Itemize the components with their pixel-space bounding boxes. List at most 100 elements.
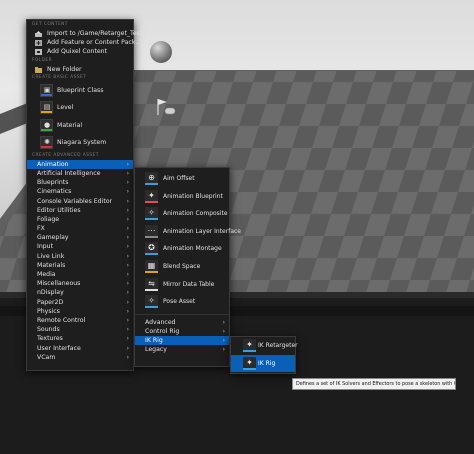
category-item-artificial-intelligence[interactable]: Artificial Intelligence › xyxy=(27,169,133,178)
animation-submenu-list: Advanced › Control Rig › IK Rig › Legacy › xyxy=(135,318,229,355)
chevron-right-icon: › xyxy=(222,337,225,345)
ik-rig-tooltip: Defines a set of IK Solvers and Effector… xyxy=(292,378,456,390)
material-label: Material xyxy=(57,121,83,129)
category-item-remote-control[interactable]: Remote Control › xyxy=(27,316,133,325)
category-label: Physics xyxy=(37,307,60,315)
mirror-data-table-item[interactable]: ⇋ Mirror Data Table xyxy=(135,276,229,294)
category-label: Foliage xyxy=(37,215,60,223)
category-item-input[interactable]: Input › xyxy=(27,242,133,251)
add-quixel-item[interactable]: Add Quixel Content xyxy=(27,47,133,56)
chevron-right-icon: › xyxy=(126,252,129,260)
chevron-right-icon: › xyxy=(126,169,129,177)
submenu-label: Legacy xyxy=(145,346,167,354)
ik-rig-asset-list: ✦ IK Retargeter ✦ IK Rig xyxy=(231,337,298,373)
category-label: FX xyxy=(37,225,45,233)
category-item-gameplay[interactable]: Gameplay › xyxy=(27,233,133,242)
category-item-user-interface[interactable]: User Interface › xyxy=(27,344,133,353)
submenu-label: Control Rig xyxy=(145,327,180,335)
category-label: Live Link xyxy=(37,252,65,260)
category-item-ndisplay[interactable]: nDisplay › xyxy=(27,288,133,297)
chevron-right-icon: › xyxy=(126,326,129,334)
animation-montage-item[interactable]: ✪ Animation Montage xyxy=(135,240,229,258)
category-item-sounds[interactable]: Sounds › xyxy=(27,325,133,334)
advanced-asset-header: CREATE ADVANCED ASSET xyxy=(32,152,99,158)
level-icon: ▤ xyxy=(40,101,53,115)
category-label: Animation xyxy=(37,160,69,168)
ik-retargeter-item[interactable]: ✦ IK Retargeter xyxy=(231,337,298,355)
category-item-media[interactable]: Media › xyxy=(27,270,133,279)
asset-label: IK Retargeter xyxy=(258,342,298,349)
aim-offset-item[interactable]: ⊕ Aim Offset xyxy=(135,170,229,188)
pose-asset-icon: ✧ xyxy=(145,295,158,309)
submenu-item-legacy[interactable]: Legacy › xyxy=(135,345,229,354)
import-label: Import to /Game/Retarget_Test... xyxy=(47,30,149,37)
material-icon: ● xyxy=(40,118,53,132)
chevron-right-icon: › xyxy=(126,234,129,242)
animation-composite-icon: ✧ xyxy=(145,207,158,221)
asset-label: Pose Asset xyxy=(163,298,196,306)
category-item-fx[interactable]: FX › xyxy=(27,224,133,233)
submenu-label: Advanced xyxy=(145,318,176,326)
quixel-icon xyxy=(35,49,42,56)
category-item-textures[interactable]: Textures › xyxy=(27,334,133,343)
category-label: VCam xyxy=(37,353,56,361)
submenu-label: IK Rig xyxy=(145,337,163,345)
animation-layer-interface-item[interactable]: ⋯ Animation Layer Interface xyxy=(135,223,241,241)
category-label: Media xyxy=(37,271,56,278)
niagara-icon: ✺ xyxy=(40,136,53,150)
category-item-blueprints[interactable]: Blueprints › xyxy=(27,178,133,187)
category-label: Textures xyxy=(37,335,63,343)
category-item-materials[interactable]: Materials › xyxy=(27,261,133,270)
animation-layer-interface-icon: ⋯ xyxy=(145,224,158,238)
category-item-foliage[interactable]: Foliage › xyxy=(27,215,133,224)
asset-label: Mirror Data Table xyxy=(163,280,215,288)
category-item-physics[interactable]: Physics › xyxy=(27,307,133,316)
niagara-system-item[interactable]: ✺ Niagara System xyxy=(27,134,133,152)
animation-montage-icon: ✪ xyxy=(145,242,158,256)
level-item[interactable]: ▤ Level xyxy=(27,99,133,117)
category-item-console-variables-editor[interactable]: Console Variables Editor › xyxy=(27,197,133,206)
ik-rig-submenu: ✦ IK Retargeter ✦ IK Rig xyxy=(230,336,298,374)
category-item-live-link[interactable]: Live Link › xyxy=(27,252,133,261)
chevron-right-icon: › xyxy=(126,316,129,324)
category-item-miscellaneous[interactable]: Miscellaneous › xyxy=(27,279,133,288)
new-folder-item[interactable]: New Folder xyxy=(27,65,133,74)
category-item-animation[interactable]: Animation › xyxy=(27,159,133,169)
category-label: Input xyxy=(37,243,54,251)
category-item-editor-utilities[interactable]: Editor Utilities › xyxy=(27,206,133,215)
chevron-right-icon: › xyxy=(126,197,129,205)
submenu-item-control-rig[interactable]: Control Rig › xyxy=(135,327,229,336)
chevron-right-icon: › xyxy=(126,206,129,214)
submenu-item-advanced[interactable]: Advanced › xyxy=(135,318,229,327)
basic-asset-header: CREATE BASIC ASSET xyxy=(32,74,87,80)
add-feature-item[interactable]: Add Feature or Content Pack... xyxy=(27,38,141,47)
ik-rig-icon: ✦ xyxy=(243,356,256,370)
blueprint-class-item[interactable]: ▣ Blueprint Class xyxy=(27,82,133,100)
add-quixel-label: Add Quixel Content xyxy=(47,48,108,56)
import-item[interactable]: Import to /Game/Retarget_Test... xyxy=(27,29,148,38)
asset-label: Animation Blueprint xyxy=(163,192,223,200)
import-icon xyxy=(35,31,42,37)
ik-rig-item[interactable]: ✦ IK Rig xyxy=(231,354,295,373)
animation-composite-item[interactable]: ✧ Animation Composite xyxy=(135,205,229,223)
animation-blueprint-icon: ✦ xyxy=(145,189,158,203)
chevron-right-icon: › xyxy=(126,261,129,269)
chevron-right-icon: › xyxy=(126,298,129,306)
category-label: User Interface xyxy=(37,344,81,352)
animation-blueprint-item[interactable]: ✦ Animation Blueprint xyxy=(135,188,229,206)
category-item-cinematics[interactable]: Cinematics › xyxy=(27,187,133,196)
blend-space-item[interactable]: ▦ Blend Space xyxy=(135,258,229,276)
material-item[interactable]: ● Material xyxy=(27,117,133,135)
pose-asset-item[interactable]: ✧ Pose Asset xyxy=(135,293,229,311)
folder-header: FOLDER xyxy=(32,57,53,63)
chevron-right-icon: › xyxy=(126,188,129,196)
mirror-data-table-icon: ⇋ xyxy=(145,277,158,291)
category-item-vcam[interactable]: VCam › xyxy=(27,353,133,362)
submenu-item-ik-rig[interactable]: IK Rig › xyxy=(135,336,229,346)
player-start-icon[interactable] xyxy=(155,97,177,117)
category-label: Blueprints xyxy=(37,179,69,187)
sphere-actor[interactable] xyxy=(150,41,172,63)
advanced-asset-list: Animation › Artificial Intelligence › Bluepr… xyxy=(27,159,133,362)
chevron-right-icon: › xyxy=(126,335,129,343)
category-item-paper2d[interactable]: Paper2D › xyxy=(27,298,133,307)
